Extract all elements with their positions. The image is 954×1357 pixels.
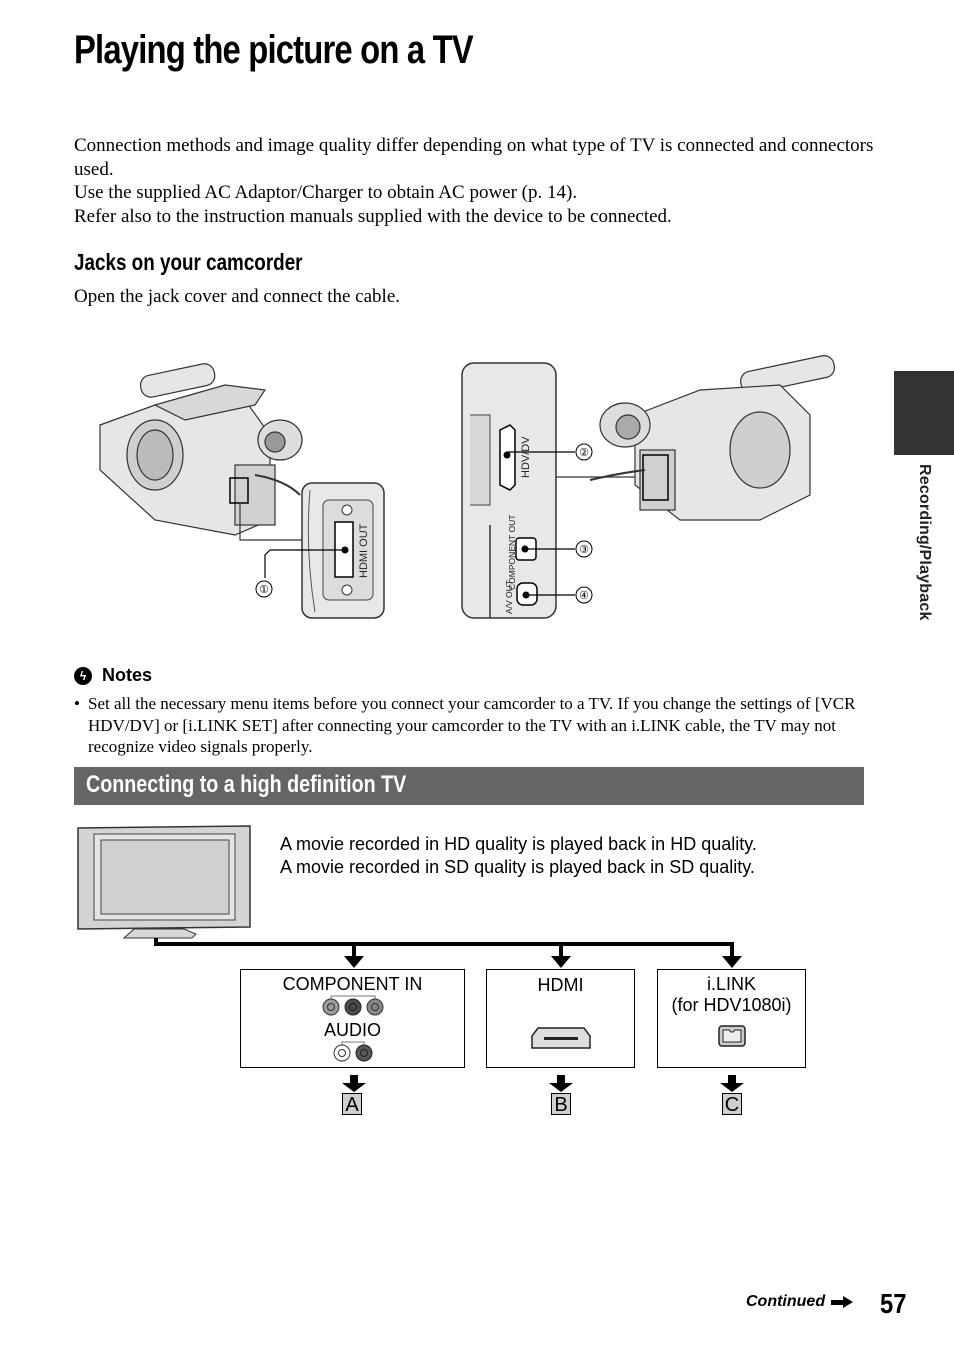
lens [729,411,791,489]
hdmi-port-icon [530,1027,591,1049]
arrow-down-icon [342,1083,366,1092]
intro-paragraph: Use the supplied AC Adaptor/Charger to o… [74,182,578,203]
bullet-icon: • [74,694,80,713]
ilink-port-icon [717,1025,746,1047]
intro-paragraph: Connection methods and image quality dif… [74,135,874,180]
camcorder-right-illustration: ② ③ ④ [461,355,836,619]
arrow-down-icon [722,956,742,968]
hdv-dv-label: HDV/DV [520,436,532,478]
callout-3-label: ③ [579,544,589,556]
hdmi-out-label: HDMI OUT [358,523,370,578]
jacks-instruction: Open the jack cover and connect the cabl… [74,286,401,307]
audio-label: AUDIO [323,1020,381,1040]
section-heading-band: Connecting to a high definition TV [74,767,864,805]
arrow-down-icon [344,956,364,968]
badge-a: A [342,1093,362,1116]
ilink-sublabel: (for HDV1080i) [671,995,792,1015]
intro-paragraph: Refer also to the instruction manuals su… [74,205,672,227]
tv-illustration [77,825,264,946]
hdmi-box: HDMI [486,969,635,1068]
hd-description-line: A movie recorded in HD quality is played… [280,834,757,854]
page-title: Playing the picture on a TV [74,28,474,72]
side-tab-label: Recording/Playback [916,464,933,621]
notes-heading: ϟ Notes [74,665,152,686]
jacks-heading: Jacks on your camcorder [74,249,303,275]
component-in-label: COMPONENT IN [282,974,423,994]
camcorder-left-illustration: ① [99,363,385,619]
badge-c: C [722,1093,742,1116]
arrow-down-icon [720,1083,744,1092]
hd-description: A movie recorded in HD quality is played… [280,833,757,878]
section-heading: Connecting to a high definition TV [86,771,407,798]
intro-text: Connection methods and image quality dif… [74,134,874,228]
tv-screen [100,839,230,915]
component-jacks-icon [322,995,383,1016]
hd-description-line: A movie recorded in SD quality is played… [280,856,755,877]
component-out-label: COMPONENT OUT [507,514,517,590]
arrow-right-icon [831,1296,854,1308]
arrow-down-icon [551,956,571,968]
ilink-label: i.LINK [706,974,757,994]
audio-jacks-icon [333,1041,372,1062]
arrow-down-icon [549,1083,573,1092]
footer-continued: Continued [746,1293,854,1311]
notes-heading-label: Notes [102,665,153,685]
note-item: • Set all the necessary menu items befor… [74,693,874,758]
notes-icon: ϟ [74,666,92,685]
note-text: Set all the necessary menu items before … [88,694,856,756]
hdmi-label: HDMI [537,975,584,995]
badge-b: B [551,1093,571,1116]
callout-4-label: ④ [579,590,589,602]
page-number: 57 [880,1288,907,1319]
callout-2-label: ② [579,447,589,459]
av-out-label: A/V OUT [504,579,514,614]
continued-label: Continued [746,1293,826,1310]
callout-1-label: ① [259,584,269,596]
component-in-box: COMPONENT IN AUDIO [240,969,465,1068]
side-tab-marker [894,371,954,455]
ilink-box: i.LINK (for HDV1080i) [657,969,806,1068]
